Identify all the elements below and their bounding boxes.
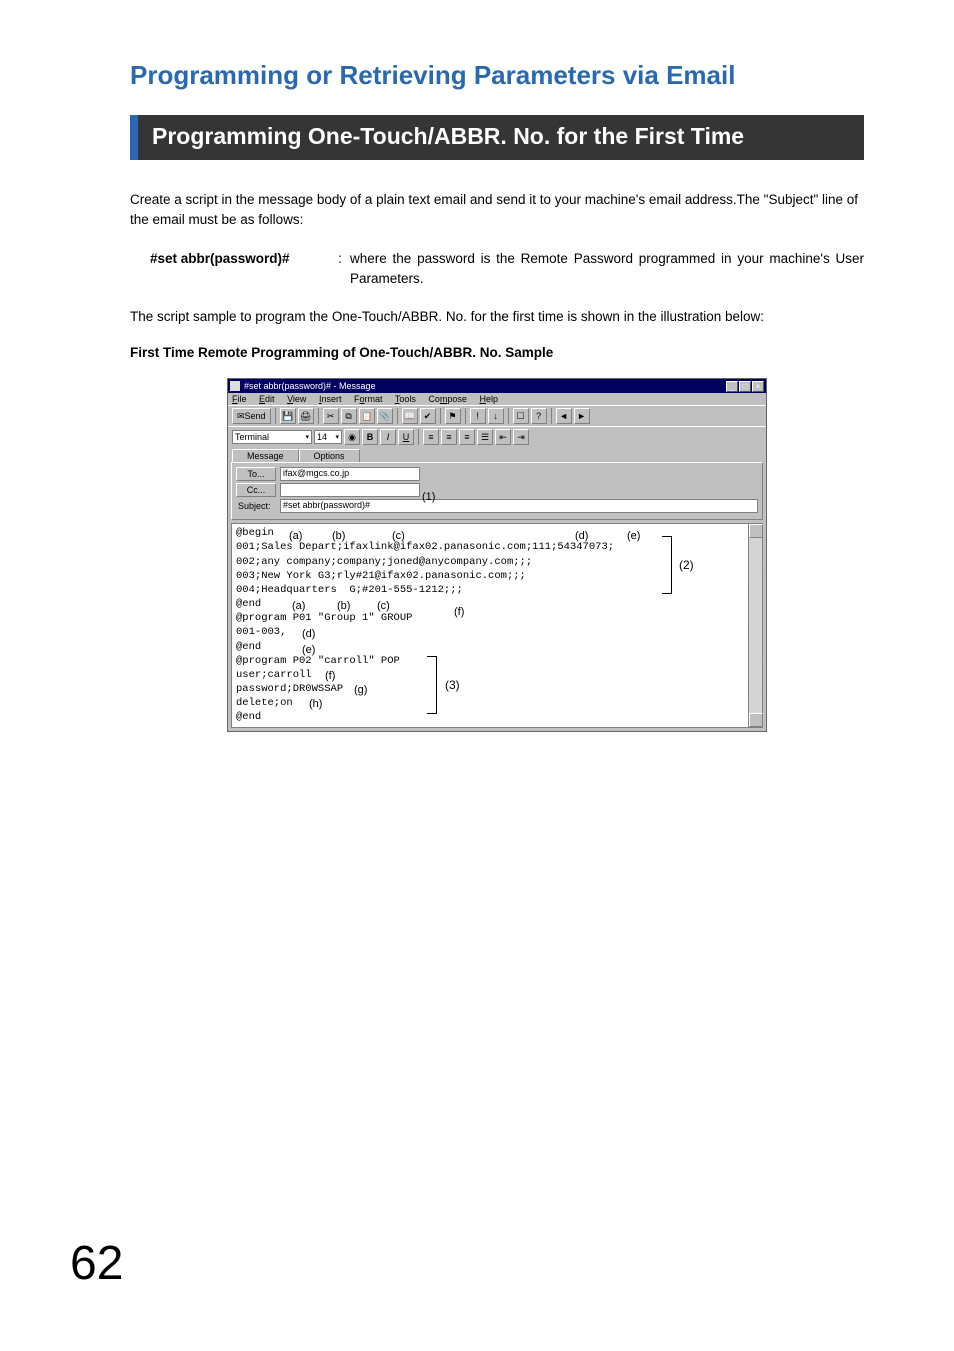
definition-value: where the password is the Remote Passwor… xyxy=(350,249,864,290)
tabs-row: Message Options xyxy=(228,447,766,462)
window-titlebar: #set abbr(password)# - Message _ □ × xyxy=(228,379,766,393)
menu-view[interactable]: View xyxy=(287,394,306,404)
importance-low-icon[interactable]: ↓ xyxy=(488,408,504,424)
font-color-icon[interactable]: ◉ xyxy=(344,429,360,445)
menu-format[interactable]: Format xyxy=(354,394,383,404)
tab-message[interactable]: Message xyxy=(232,449,299,462)
maximize-button[interactable]: □ xyxy=(739,381,751,392)
window-title: #set abbr(password)# - Message xyxy=(244,381,725,391)
close-button[interactable]: × xyxy=(752,381,764,392)
annot-a1: (a) xyxy=(289,530,302,542)
menu-help[interactable]: Help xyxy=(479,394,498,404)
definition-row: #set abbr(password)# : where the passwor… xyxy=(150,249,864,290)
prev-icon[interactable]: ◄ xyxy=(556,408,572,424)
save-icon[interactable]: 💾 xyxy=(280,408,296,424)
send-button[interactable]: ✉ Send xyxy=(232,408,271,424)
outdent-icon[interactable]: ⇤ xyxy=(495,429,511,445)
italic-icon[interactable]: I xyxy=(380,429,396,445)
copy-icon[interactable]: ⧉ xyxy=(341,408,357,424)
flag-icon[interactable]: ⚑ xyxy=(445,408,461,424)
second-paragraph: The script sample to program the One-Tou… xyxy=(130,307,864,327)
subject-input[interactable]: #set abbr(password)# xyxy=(280,499,758,513)
figure-caption: First Time Remote Programming of One-Tou… xyxy=(130,345,864,360)
menu-bar: File Edit View Insert Format Tools Compo… xyxy=(228,393,766,405)
page-title: Programming or Retrieving Parameters via… xyxy=(130,60,864,91)
toolbar: ✉ Send 💾 🖨 ✂ ⧉ 📋 📎 📖 ✔ ⚑ ! ↓ ☐ ? xyxy=(228,405,766,426)
header-fields: To... ifax@mgcs.co.jp Cc... Subject: #se… xyxy=(231,462,763,520)
annot-h3: (h) xyxy=(309,698,322,710)
align-right-icon[interactable]: ≡ xyxy=(459,429,475,445)
underline-icon[interactable]: U xyxy=(398,429,414,445)
definition-colon: : xyxy=(330,249,350,290)
menu-file[interactable]: File xyxy=(232,394,247,404)
cc-button[interactable]: Cc... xyxy=(236,483,276,497)
attach-icon[interactable]: 📎 xyxy=(377,408,393,424)
align-left-icon[interactable]: ≡ xyxy=(423,429,439,445)
annot-f2: (f) xyxy=(454,606,464,618)
tab-options[interactable]: Options xyxy=(299,449,360,462)
annot-e2: (e) xyxy=(302,644,315,656)
email-window-wrapper: #set abbr(password)# - Message _ □ × Fil… xyxy=(227,378,767,731)
vertical-scrollbar[interactable] xyxy=(748,524,762,726)
annot-g3: (g) xyxy=(354,684,367,696)
importance-high-icon[interactable]: ! xyxy=(470,408,486,424)
print-icon[interactable]: 🖨 xyxy=(298,408,314,424)
subject-label: Subject: xyxy=(236,501,276,511)
format-bar: Terminal▾ 14▾ ◉ B I U ≡ ≡ ≡ ☰ ⇤ ⇥ xyxy=(228,426,766,447)
paste-icon[interactable]: 📋 xyxy=(359,408,375,424)
annot-d2: (d) xyxy=(302,628,315,640)
message-body[interactable]: @begin 001;Sales Depart;ifaxlink@ifax02.… xyxy=(231,523,763,727)
options-icon[interactable]: ☐ xyxy=(513,408,529,424)
menu-insert[interactable]: Insert xyxy=(319,394,342,404)
annot-1: (1) xyxy=(422,491,435,503)
cut-icon[interactable]: ✂ xyxy=(323,408,339,424)
annot-2: (2) xyxy=(679,558,694,572)
annot-b1: (b) xyxy=(332,530,345,542)
page-number: 62 xyxy=(70,1236,123,1291)
definition-key: #set abbr(password)# xyxy=(150,249,330,290)
bracket-2 xyxy=(662,536,672,594)
align-center-icon[interactable]: ≡ xyxy=(441,429,457,445)
section-heading: Programming One-Touch/ABBR. No. for the … xyxy=(130,115,864,160)
annot-3: (3) xyxy=(445,678,460,692)
checknames-icon[interactable]: ✔ xyxy=(420,408,436,424)
to-input[interactable]: ifax@mgcs.co.jp xyxy=(280,467,420,481)
cc-input[interactable] xyxy=(280,483,420,497)
email-window: #set abbr(password)# - Message _ □ × Fil… xyxy=(227,378,767,731)
annot-e1: (e) xyxy=(627,530,640,542)
annot-d1: (d) xyxy=(575,530,588,542)
annot-b2: (b) xyxy=(337,600,350,612)
font-size-combo[interactable]: 14▾ xyxy=(314,430,342,444)
annot-c2: (c) xyxy=(377,600,390,612)
message-icon xyxy=(230,381,240,391)
next-icon[interactable]: ► xyxy=(574,408,590,424)
menu-compose[interactable]: Compose xyxy=(428,394,467,404)
to-button[interactable]: To... xyxy=(236,467,276,481)
annot-f3: (f) xyxy=(325,670,335,682)
intro-paragraph: Create a script in the message body of a… xyxy=(130,190,864,231)
addressbook-icon[interactable]: 📖 xyxy=(402,408,418,424)
minimize-button[interactable]: _ xyxy=(726,381,738,392)
bold-icon[interactable]: B xyxy=(362,429,378,445)
font-name-combo[interactable]: Terminal▾ xyxy=(232,430,312,444)
annot-a2: (a) xyxy=(292,600,305,612)
annot-c1: (c) xyxy=(392,530,405,542)
bullets-icon[interactable]: ☰ xyxy=(477,429,493,445)
indent-icon[interactable]: ⇥ xyxy=(513,429,529,445)
help-icon[interactable]: ? xyxy=(531,408,547,424)
menu-tools[interactable]: Tools xyxy=(395,394,416,404)
menu-edit[interactable]: Edit xyxy=(259,394,275,404)
bracket-3 xyxy=(427,656,437,714)
